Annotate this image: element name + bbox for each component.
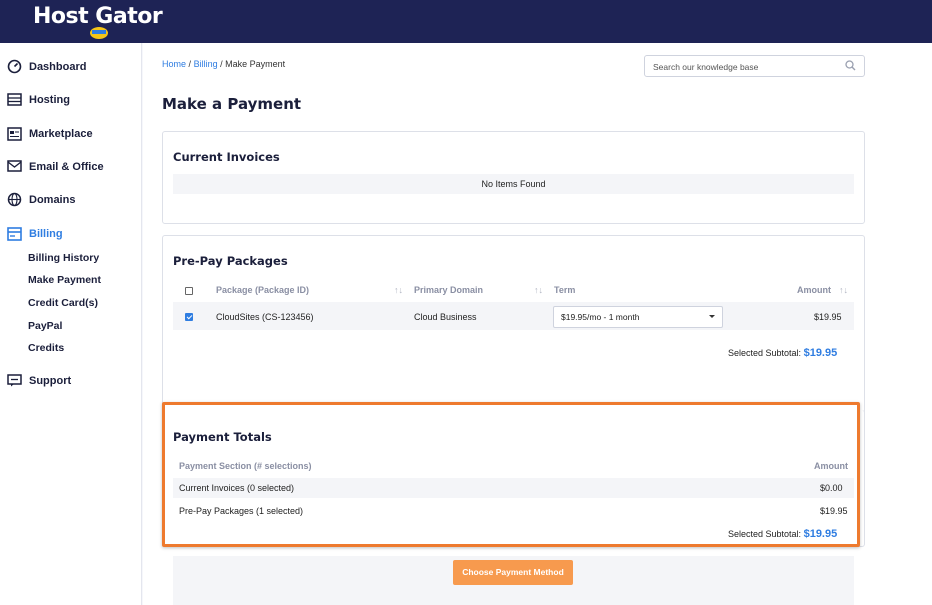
email-icon: [6, 158, 23, 175]
prepay-packages-card: Pre-Pay Packages Package (Package ID) ↑↓…: [162, 235, 865, 415]
dashboard-icon: [6, 58, 23, 75]
subnav-make-payment[interactable]: Make Payment: [28, 274, 101, 286]
current-invoices-card: Current Invoices No Items Found: [162, 131, 865, 224]
support-icon: [6, 372, 23, 389]
search-placeholder: Search our knowledge base: [653, 62, 759, 72]
hosting-icon: [6, 91, 23, 108]
breadcrumb-separator: /: [220, 59, 223, 69]
gator-mascot-icon: [90, 27, 108, 39]
prepay-title: Pre-Pay Packages: [173, 254, 288, 268]
sort-icon[interactable]: ↑↓: [839, 285, 848, 295]
breadcrumb-current: Make Payment: [225, 59, 286, 69]
globe-icon: [6, 191, 23, 208]
breadcrumb: Home / Billing / Make Payment: [162, 59, 285, 69]
subnav-credit-cards[interactable]: Credit Card(s): [28, 297, 98, 309]
col-amount[interactable]: Amount: [797, 285, 831, 295]
sidebar-item-label: Marketplace: [29, 127, 93, 140]
subtotal-label: Selected Subtotal:: [728, 348, 802, 358]
select-all-checkbox[interactable]: [185, 287, 193, 295]
top-bar: Host Gator: [0, 0, 932, 43]
chevron-down-icon: [709, 315, 715, 318]
col-term[interactable]: Term: [554, 285, 575, 295]
no-items-message: No Items Found: [173, 174, 854, 194]
sidebar-item-billing[interactable]: Billing: [6, 225, 63, 242]
col-primary-domain[interactable]: Primary Domain: [414, 285, 483, 295]
sidebar-item-marketplace[interactable]: Marketplace: [6, 125, 93, 142]
breadcrumb-home[interactable]: Home: [162, 59, 186, 69]
sidebar-item-label: Email & Office: [29, 160, 104, 173]
sidebar-item-dashboard[interactable]: Dashboard: [6, 58, 86, 75]
marketplace-icon: [6, 125, 23, 142]
breadcrumb-billing[interactable]: Billing: [194, 59, 218, 69]
sort-icon[interactable]: ↑↓: [534, 285, 543, 295]
term-select[interactable]: $19.95/mo - 1 month: [553, 306, 723, 328]
choose-payment-method-button[interactable]: Choose Payment Method: [453, 560, 573, 585]
search-input[interactable]: Search our knowledge base: [644, 55, 865, 77]
prepay-subtotal: Selected Subtotal: $19.95: [728, 347, 837, 359]
sidebar-item-hosting[interactable]: Hosting: [6, 91, 70, 108]
sidebar-item-domains[interactable]: Domains: [6, 191, 75, 208]
sort-icon[interactable]: ↑↓: [394, 285, 403, 295]
payment-totals-highlight: [162, 402, 860, 547]
primary-domain: Cloud Business: [414, 312, 477, 322]
page-title: Make a Payment: [162, 95, 302, 113]
sidebar-item-support[interactable]: Support: [6, 372, 71, 389]
subnav-paypal[interactable]: PayPal: [28, 320, 62, 332]
sidebar-item-label: Billing: [29, 227, 63, 240]
sidebar-item-label: Dashboard: [29, 60, 87, 73]
billing-icon: [6, 225, 23, 242]
sidebar-item-label: Domains: [29, 193, 76, 206]
term-select-value: $19.95/mo - 1 month: [561, 312, 640, 322]
sidebar-item-email-office[interactable]: Email & Office: [6, 158, 104, 175]
subtotal-value: $19.95: [803, 347, 838, 359]
subnav-billing-history[interactable]: Billing History: [28, 252, 99, 264]
row-checkbox[interactable]: [185, 313, 193, 321]
package-name: CloudSites (CS-123456): [216, 312, 314, 322]
sidebar-item-label: Hosting: [29, 93, 70, 106]
breadcrumb-separator: /: [188, 59, 192, 69]
col-package[interactable]: Package (Package ID): [216, 285, 309, 295]
subnav-credits[interactable]: Credits: [28, 342, 64, 354]
package-amount: $19.95: [814, 312, 842, 322]
current-invoices-title: Current Invoices: [173, 150, 280, 164]
sidebar: Dashboard Hosting Marketplace Email & Of…: [0, 43, 142, 605]
search-icon[interactable]: [845, 60, 856, 73]
sidebar-item-label: Support: [29, 374, 72, 387]
